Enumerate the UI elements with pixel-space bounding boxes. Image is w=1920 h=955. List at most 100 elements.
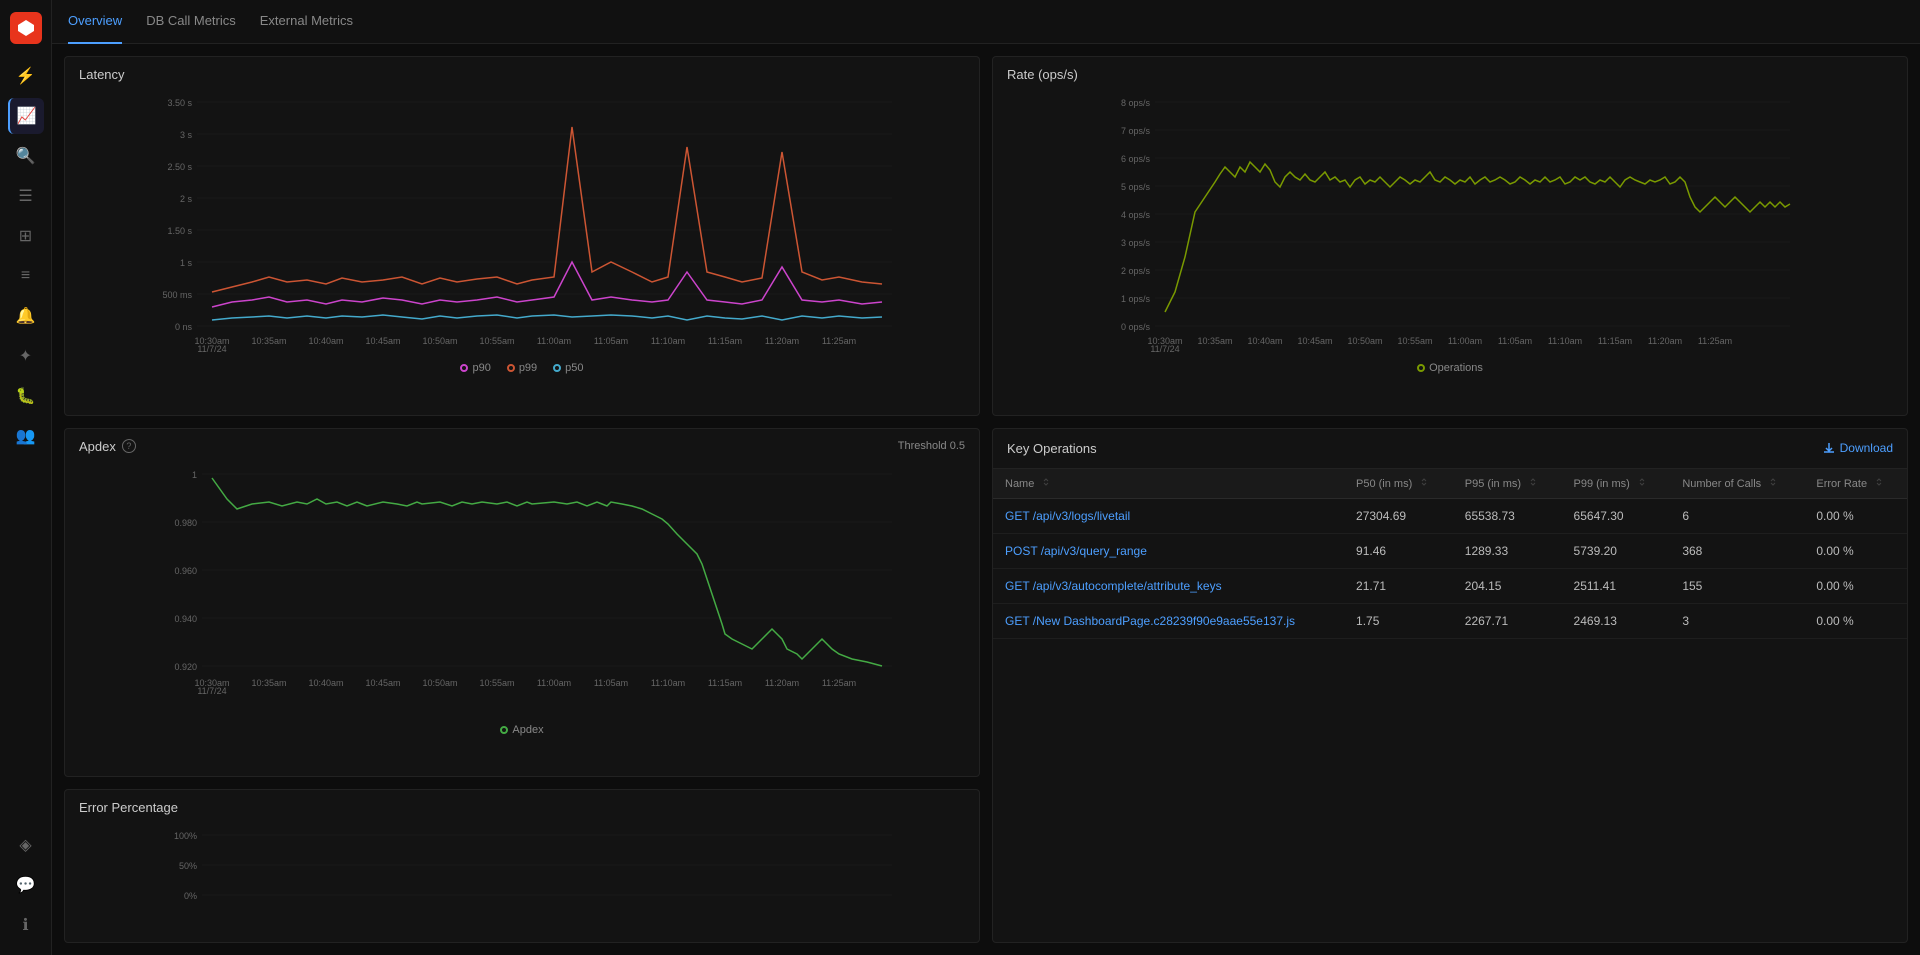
tab-external-metrics[interactable]: External Metrics <box>260 0 353 44</box>
sidebar-item-exceptions[interactable]: 🐛 <box>8 378 44 414</box>
col-error-rate[interactable]: Error Rate <box>1804 469 1907 499</box>
svg-text:11/7/24: 11/7/24 <box>197 686 226 696</box>
svg-text:10:45am: 10:45am <box>1297 336 1332 346</box>
rate-chart: 8 ops/s 7 ops/s 6 ops/s 5 ops/s 4 ops/s … <box>993 88 1907 356</box>
top-navigation: Overview DB Call Metrics External Metric… <box>52 0 1920 44</box>
download-button[interactable]: Download <box>1822 441 1893 455</box>
svg-text:11:15am: 11:15am <box>708 678 742 688</box>
svg-text:10:50am: 10:50am <box>1347 336 1382 346</box>
row-calls: 155 <box>1670 568 1804 603</box>
svg-text:0 ops/s: 0 ops/s <box>1121 322 1151 332</box>
latency-legend: p90 p99 p50 <box>65 356 979 382</box>
svg-text:10:40am: 10:40am <box>308 678 343 688</box>
svg-text:3.50 s: 3.50 s <box>167 98 192 108</box>
rate-panel: Rate (ops/s) 8 ops/s 7 ops/s <box>992 56 1908 416</box>
col-name[interactable]: Name <box>993 469 1344 499</box>
legend-operations: Operations <box>1417 362 1483 374</box>
svg-text:5 ops/s: 5 ops/s <box>1121 182 1151 192</box>
col-p50[interactable]: P50 (in ms) <box>1344 469 1453 499</box>
sidebar-item-workspace[interactable]: ◈ <box>8 827 44 863</box>
svg-text:11:15am: 11:15am <box>708 336 742 346</box>
row-name[interactable]: GET /api/v3/autocomplete/attribute_keys <box>993 568 1344 603</box>
svg-text:2 s: 2 s <box>180 194 193 204</box>
main-content: Overview DB Call Metrics External Metric… <box>52 0 1920 955</box>
row-p50: 91.46 <box>1344 533 1453 568</box>
sort-icon <box>1041 477 1051 487</box>
svg-text:11/7/24: 11/7/24 <box>1150 344 1179 352</box>
row-p50: 21.71 <box>1344 568 1453 603</box>
latency-panel-header: Latency <box>65 57 979 88</box>
row-name[interactable]: GET /api/v3/logs/livetail <box>993 498 1344 533</box>
content-area: Latency 3.50 s 3 s 2.50 s <box>52 44 1920 955</box>
svg-text:11:20am: 11:20am <box>1648 336 1682 346</box>
svg-text:10:45am: 10:45am <box>365 678 400 688</box>
svg-text:10:35am: 10:35am <box>251 678 286 688</box>
operations-table: Name P50 (in ms) P95 (in m <box>993 469 1907 639</box>
sidebar-item-chart[interactable]: 📈 <box>8 98 44 134</box>
svg-text:8 ops/s: 8 ops/s <box>1121 98 1151 108</box>
row-name[interactable]: GET /New DashboardPage.c28239f90e9aae55e… <box>993 603 1344 638</box>
svg-text:2 ops/s: 2 ops/s <box>1121 266 1151 276</box>
col-p99[interactable]: P99 (in ms) <box>1562 469 1671 499</box>
svg-text:11:25am: 11:25am <box>822 336 856 346</box>
error-percentage-panel: Error Percentage 100% 50% 0% <box>64 789 980 943</box>
sidebar-item-integrations[interactable]: ✦ <box>8 338 44 374</box>
row-p50: 1.75 <box>1344 603 1453 638</box>
svg-text:0 ns: 0 ns <box>175 322 193 332</box>
sort-icon <box>1874 477 1884 487</box>
sort-icon <box>1768 477 1778 487</box>
svg-text:11/7/24: 11/7/24 <box>197 344 226 352</box>
svg-text:1 ops/s: 1 ops/s <box>1121 294 1151 304</box>
svg-text:11:00am: 11:00am <box>537 336 571 346</box>
row-name[interactable]: POST /api/v3/query_range <box>993 533 1344 568</box>
sidebar-item-alerts[interactable]: ≡ <box>8 258 44 294</box>
rate-title: Rate (ops/s) <box>1007 67 1078 82</box>
latency-title: Latency <box>79 67 125 82</box>
apdex-chart: 1 0.980 0.960 0.940 0.920 10:30am 11/7/2… <box>65 460 979 718</box>
sidebar-item-chat[interactable]: 💬 <box>8 867 44 903</box>
svg-text:10:40am: 10:40am <box>308 336 343 346</box>
app-logo[interactable] <box>10 12 42 44</box>
apdex-legend: Apdex <box>65 718 979 744</box>
row-calls: 3 <box>1670 603 1804 638</box>
svg-text:10:50am: 10:50am <box>422 336 457 346</box>
svg-text:10:50am: 10:50am <box>422 678 457 688</box>
svg-text:11:15am: 11:15am <box>1598 336 1632 346</box>
tab-overview[interactable]: Overview <box>68 0 122 44</box>
apdex-threshold: Threshold 0.5 <box>898 440 965 452</box>
svg-text:100%: 100% <box>174 831 197 841</box>
sidebar-item-activity[interactable]: ⚡ <box>8 58 44 94</box>
svg-text:11:05am: 11:05am <box>594 678 628 688</box>
svg-text:6 ops/s: 6 ops/s <box>1121 154 1151 164</box>
col-calls[interactable]: Number of Calls <box>1670 469 1804 499</box>
svg-text:10:45am: 10:45am <box>365 336 400 346</box>
table-row: GET /api/v3/autocomplete/attribute_keys … <box>993 568 1907 603</box>
row-calls: 6 <box>1670 498 1804 533</box>
table-row: GET /api/v3/logs/livetail 27304.69 65538… <box>993 498 1907 533</box>
error-title: Error Percentage <box>79 800 178 815</box>
svg-text:11:20am: 11:20am <box>765 336 799 346</box>
sidebar-item-users[interactable]: 👥 <box>8 418 44 454</box>
svg-text:7 ops/s: 7 ops/s <box>1121 126 1151 136</box>
sidebar-item-search[interactable]: 🔍 <box>8 138 44 174</box>
download-icon <box>1822 441 1836 455</box>
table-row: GET /New DashboardPage.c28239f90e9aae55e… <box>993 603 1907 638</box>
apdex-help-icon[interactable]: ? <box>122 439 136 453</box>
sidebar-item-dashboards[interactable]: ⊞ <box>8 218 44 254</box>
key-operations-header: Key Operations Download <box>993 429 1907 469</box>
sidebar-item-notifications[interactable]: 🔔 <box>8 298 44 334</box>
rate-panel-header: Rate (ops/s) <box>993 57 1907 88</box>
key-operations-panel: Key Operations Download Name <box>992 428 1908 943</box>
svg-text:1 s: 1 s <box>180 258 193 268</box>
row-p95: 1289.33 <box>1453 533 1562 568</box>
table-header-row: Name P50 (in ms) P95 (in m <box>993 469 1907 499</box>
svg-text:1.50 s: 1.50 s <box>167 226 192 236</box>
sidebar-item-info[interactable]: ℹ <box>8 907 44 943</box>
sidebar-item-logs[interactable]: ☰ <box>8 178 44 214</box>
col-p95[interactable]: P95 (in ms) <box>1453 469 1562 499</box>
latency-panel: Latency 3.50 s 3 s 2.50 s <box>64 56 980 416</box>
key-operations-title: Key Operations <box>1007 441 1097 456</box>
tab-db-call-metrics[interactable]: DB Call Metrics <box>146 0 236 44</box>
svg-text:11:10am: 11:10am <box>651 336 685 346</box>
sort-icon <box>1528 477 1538 487</box>
